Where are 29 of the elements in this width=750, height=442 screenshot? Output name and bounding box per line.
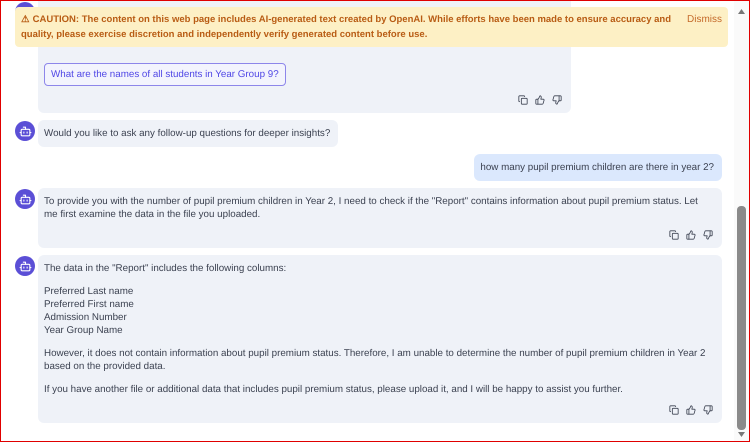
thumbs-down-icon[interactable]: [702, 404, 714, 416]
message-text: However, it does not contain information about pupil premium status. Therefore, I am unable to determine the number of pupil premium children in Year 2 based on the provided data.: [44, 347, 706, 373]
copy-icon[interactable]: [668, 404, 680, 416]
scroll-up-icon[interactable]: [738, 9, 745, 14]
message-text: Preferred Last name: [44, 285, 134, 298]
dismiss-link[interactable]: Dismiss: [687, 12, 722, 27]
thumbs-down-icon[interactable]: [702, 229, 714, 241]
scrollbar[interactable]: [734, 1, 749, 441]
bot-avatar-icon: [15, 256, 35, 276]
scroll-down-icon[interactable]: [738, 432, 745, 437]
bot-avatar-icon: [15, 189, 35, 209]
message-text: Year Group Name: [44, 324, 124, 337]
message-text: how many pupil premium children are there in year 2?: [480, 161, 714, 174]
scroll-thumb[interactable]: [737, 206, 746, 430]
message-text: Admission Number: [44, 311, 128, 324]
thumbs-up-icon[interactable]: [685, 404, 697, 416]
message-text: Preferred First name: [44, 298, 135, 311]
suggestion-button[interactable]: What are the names of all students in Year Group 9?: [44, 63, 286, 86]
copy-icon[interactable]: [517, 94, 529, 106]
bot-avatar-icon: [15, 121, 35, 141]
message-text: To provide you with the number of pupil premium children in Year 2, I need to check if the "Report" contains information about pupil premium status. Let me first examine the data in the file you uploaded.: [44, 195, 699, 221]
message-text: The data in the "Report" includes the following columns:: [44, 262, 288, 275]
message-text: Would you like to ask any follow-up questions for deeper insights?: [44, 127, 330, 140]
caution-text: ⚠ CAUTION: The content on this web page includes AI-generated text created by OpenAI. While efforts have been made to ensure accuracy and quality, please exercise discretion and independently verify generated content before use.: [21, 13, 672, 42]
message-text: If you have another file or additional data that includes pupil premium status, please upload it, and I will be happy to assist you further.: [44, 383, 624, 396]
thumbs-up-icon[interactable]: [534, 94, 546, 106]
copy-icon[interactable]: [668, 229, 680, 241]
thumbs-down-icon[interactable]: [551, 94, 563, 106]
thumbs-up-icon[interactable]: [685, 229, 697, 241]
